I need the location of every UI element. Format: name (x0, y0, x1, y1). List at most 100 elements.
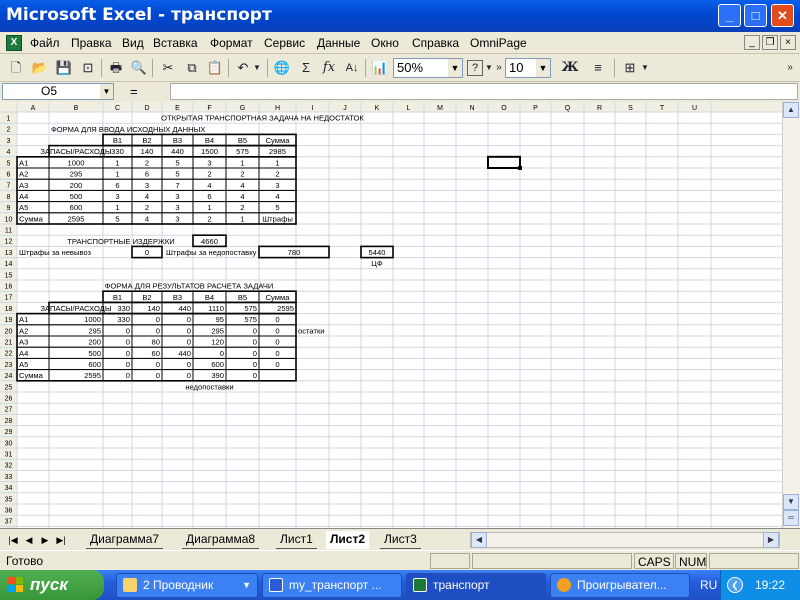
toolbar-overflow-icon[interactable]: » (494, 58, 504, 78)
result-cell[interactable]: 0 (187, 338, 191, 347)
column-header[interactable]: U (692, 105, 697, 112)
row-header[interactable]: 19 (5, 317, 13, 324)
result-header[interactable]: Сумма (266, 293, 291, 302)
result-cell[interactable]: 0 (156, 360, 160, 369)
result-cell[interactable]: 440 (178, 349, 191, 358)
selected-cell[interactable] (487, 155, 521, 169)
tab-sheet3[interactable]: Лист3 (380, 531, 421, 549)
input-cell[interactable]: 4 (240, 192, 244, 201)
demand-value[interactable]: 575 (236, 147, 249, 156)
scroll-down-icon[interactable]: ▼ (783, 494, 799, 510)
column-header[interactable]: T (660, 105, 665, 112)
input-cell[interactable]: 1 (207, 203, 211, 212)
row-header[interactable]: 36 (5, 508, 13, 515)
maximize-button[interactable]: □ (744, 4, 767, 27)
permission-icon[interactable]: ⊡ (78, 58, 98, 78)
language-indicator[interactable]: RU (700, 578, 717, 592)
input-cell[interactable]: 1 (275, 158, 279, 167)
result-cell[interactable]: 0 (253, 349, 257, 358)
input-cell[interactable]: 5 (175, 170, 179, 179)
column-header[interactable]: G (240, 105, 245, 112)
menu-edit[interactable]: Правка (71, 36, 112, 50)
input-header[interactable]: В3 (173, 136, 182, 145)
doc-close-button[interactable]: × (780, 35, 796, 50)
toolbar-overflow-icon[interactable]: » (783, 58, 797, 78)
demand-value[interactable]: 140 (141, 147, 154, 156)
input-cell[interactable]: 3 (175, 192, 179, 201)
result-cell[interactable]: 0 (275, 360, 279, 369)
input-cell[interactable]: А1 (19, 158, 28, 167)
result-cell[interactable]: А1 (19, 315, 28, 324)
result-cell[interactable]: 0 (126, 326, 130, 335)
result-demand-value[interactable]: 2595 (277, 304, 294, 313)
result-cell[interactable]: 120 (211, 338, 224, 347)
result-cell[interactable]: 0 (220, 349, 224, 358)
row-header[interactable]: 15 (5, 272, 13, 279)
row-header[interactable]: 32 (5, 463, 13, 470)
input-cell[interactable]: 3 (275, 181, 279, 190)
input-cell[interactable]: А2 (19, 170, 28, 179)
task-media-player[interactable]: Проигрывател... (550, 573, 690, 598)
result-cell[interactable]: 0 (126, 349, 130, 358)
input-cell[interactable]: 2 (145, 158, 149, 167)
input-cell[interactable]: 4 (207, 181, 211, 190)
column-header[interactable]: N (469, 105, 474, 112)
column-header[interactable]: B (74, 105, 79, 112)
result-cell[interactable]: 0 (275, 326, 279, 335)
input-cell[interactable]: 2 (207, 214, 211, 223)
print-icon[interactable]: 🖶 (106, 58, 126, 78)
minimize-button[interactable]: _ (718, 4, 741, 27)
result-cell[interactable]: 0 (126, 338, 130, 347)
input-cell[interactable]: 1000 (68, 158, 85, 167)
split-handle-icon[interactable]: ═ (783, 510, 799, 526)
column-header[interactable]: L (407, 105, 411, 112)
result-cell[interactable]: 1000 (84, 315, 101, 324)
result-cell[interactable]: А2 (19, 326, 28, 335)
input-cell[interactable]: Сумма (19, 214, 44, 223)
tab-diagram7[interactable]: Диаграмма7 (86, 531, 164, 549)
result-cell[interactable]: 0 (126, 371, 130, 380)
fill-handle[interactable] (518, 166, 522, 170)
row-header[interactable]: 3 (7, 138, 11, 145)
row-header[interactable]: 24 (5, 373, 13, 380)
column-header[interactable]: M (437, 105, 443, 112)
row-header[interactable]: 8 (7, 194, 11, 201)
input-cell[interactable]: 1 (115, 170, 119, 179)
print-preview-icon[interactable]: 🔍 (129, 58, 149, 78)
result-cell[interactable]: 0 (156, 315, 160, 324)
row-header[interactable]: 23 (5, 362, 13, 369)
input-cell[interactable]: 4 (145, 214, 149, 223)
tab-sheet1[interactable]: Лист1 (276, 531, 317, 549)
result-cell[interactable]: А4 (19, 349, 28, 358)
input-header[interactable]: В4 (205, 136, 214, 145)
function-icon[interactable]: fx (319, 58, 339, 78)
input-cell[interactable]: 4 (145, 192, 149, 201)
open-icon[interactable]: 📂 (30, 58, 50, 78)
doc-minimize-button[interactable]: _ (744, 35, 760, 50)
result-cell[interactable]: 0 (187, 360, 191, 369)
input-cell[interactable]: 3 (115, 192, 119, 201)
hyperlink-icon[interactable]: 🌐 (272, 58, 292, 78)
align-center-icon[interactable]: ≡ (588, 58, 608, 78)
input-cell[interactable]: 3 (175, 203, 179, 212)
row-header[interactable]: 34 (5, 485, 13, 492)
result-demand-value[interactable]: 575 (244, 304, 257, 313)
result-cell[interactable]: 0 (187, 371, 191, 380)
help-icon[interactable]: ? (467, 60, 483, 76)
row-header[interactable]: 4 (7, 149, 11, 156)
row-header[interactable]: 12 (5, 239, 13, 246)
result-cell[interactable]: 0 (253, 326, 257, 335)
input-cell[interactable]: 2 (275, 170, 279, 179)
input-cell[interactable]: 1 (240, 214, 244, 223)
first-sheet-icon[interactable]: |◀ (6, 533, 20, 547)
result-header[interactable]: В4 (205, 293, 214, 302)
input-cell[interactable]: 2 (145, 203, 149, 212)
result-cell[interactable]: 0 (253, 371, 257, 380)
result-cell[interactable]: 575 (244, 315, 257, 324)
input-cell[interactable]: 3 (207, 158, 211, 167)
result-header[interactable]: В1 (113, 293, 122, 302)
menu-window[interactable]: Окно (371, 36, 399, 50)
menu-view[interactable]: Вид (122, 36, 144, 50)
result-demand-value[interactable]: 140 (147, 304, 160, 313)
objective-value[interactable]: 5440 (369, 248, 386, 257)
